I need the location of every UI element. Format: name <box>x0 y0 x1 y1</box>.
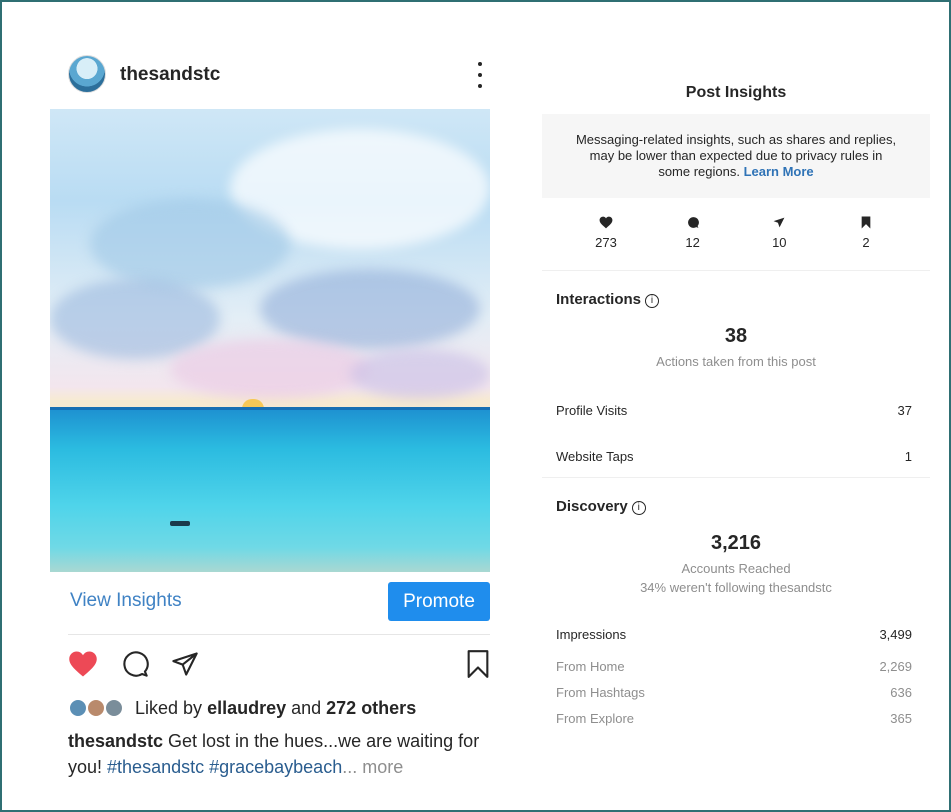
caption-username[interactable]: thesandstc <box>68 731 163 751</box>
insights-promote-bar: View Insights Promote <box>50 572 490 632</box>
website-taps-row: Website Taps 1 <box>556 449 912 464</box>
from-explore-row: From Explore 365 <box>556 711 912 726</box>
profile-visits-row: Profile Visits 37 <box>556 403 912 418</box>
liked-by-row: Liked by ellaudrey and 272 others <box>68 697 416 721</box>
from-home-row: From Home 2,269 <box>556 659 912 674</box>
stat-likes: 273 <box>586 216 626 270</box>
accounts-reached-total: 3,216 <box>710 532 762 554</box>
liked-user[interactable]: ellaudrey <box>207 698 286 718</box>
divider <box>68 634 490 635</box>
share-icon <box>773 217 785 228</box>
privacy-notice: Messaging-related insights, such as shar… <box>542 114 930 198</box>
heart-icon <box>599 216 613 229</box>
post-caption: thesandstc Get lost in the hues...we are… <box>68 728 490 780</box>
post-insights-panel: Post Insights Messaging-related insights… <box>542 72 930 737</box>
interactions-total: 38 <box>724 325 748 347</box>
view-insights-link[interactable]: View Insights <box>70 590 182 612</box>
from-hashtags-row: From Hashtags 636 <box>556 685 912 700</box>
sea-shape <box>50 407 490 572</box>
stat-comments: 12 <box>673 216 713 270</box>
stat-saves: 2 <box>846 216 886 270</box>
post-username[interactable]: thesandstc <box>120 64 220 86</box>
engagement-stats: 273 12 10 2 <box>542 198 930 271</box>
bookmark-icon[interactable] <box>466 650 490 678</box>
following-note: 34% weren't following thesandstc <box>640 580 832 595</box>
info-icon[interactable]: i <box>631 501 646 515</box>
interactions-total-label: Actions taken from this post <box>656 354 816 369</box>
bookmark-icon <box>861 216 871 229</box>
screenshot-frame: thesandstc View Insights Promote Liked b… <box>0 0 951 812</box>
comment-icon <box>687 217 699 228</box>
horizon-line <box>50 407 490 410</box>
learn-more-link[interactable]: Learn More <box>744 164 814 179</box>
impressions-row: Impressions 3,499 <box>556 627 912 642</box>
discovery-heading: Discovery i <box>542 478 930 528</box>
caption-hashtags[interactable]: #thesandstc #gracebaybeach <box>107 757 342 777</box>
post-actions-row <box>68 650 490 680</box>
info-icon[interactable]: i <box>645 294 660 308</box>
insights-title: Post Insights <box>685 84 787 101</box>
post-header: thesandstc <box>50 52 490 98</box>
liked-by-text: Liked by ellaudrey and 272 others <box>135 697 417 718</box>
instagram-post: thesandstc View Insights Promote Liked b… <box>50 52 490 777</box>
liked-avatars[interactable] <box>68 698 130 719</box>
interactions-heading: Interactions i <box>542 271 930 321</box>
liked-others[interactable]: 272 others <box>326 698 416 718</box>
stat-shares: 10 <box>759 216 799 270</box>
promote-button[interactable]: Promote <box>388 582 490 621</box>
avatar[interactable] <box>68 55 106 93</box>
share-icon[interactable] <box>170 650 200 678</box>
rock-shape <box>170 521 190 526</box>
heart-filled-icon[interactable] <box>68 650 98 678</box>
caption-more-link[interactable]: ... more <box>342 757 403 777</box>
more-options-icon[interactable] <box>470 62 490 88</box>
comment-icon[interactable] <box>120 650 150 678</box>
accounts-reached-label: Accounts Reached <box>681 561 791 576</box>
post-photo[interactable] <box>50 109 490 572</box>
